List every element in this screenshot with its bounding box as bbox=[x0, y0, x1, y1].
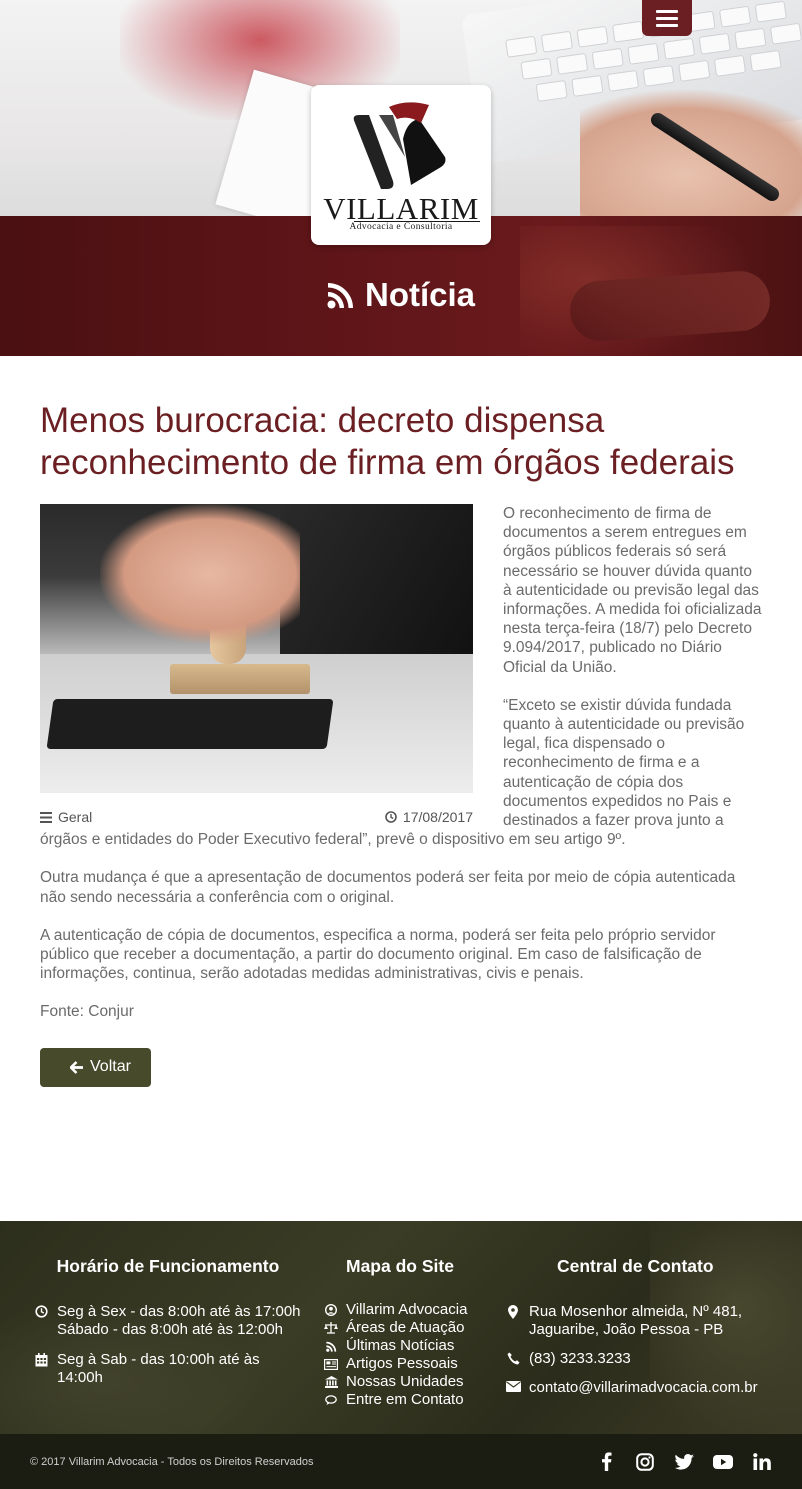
newspaper-icon bbox=[324, 1358, 338, 1370]
youtube-icon[interactable] bbox=[713, 1452, 733, 1472]
article: Menos burocracia: decreto dispensa recon… bbox=[40, 400, 762, 1087]
contact-address: Rua Mosenhor almeida, Nº 481, Jaguaribe,… bbox=[529, 1303, 743, 1338]
hours-alt: Seg à Sab - das 10:00h até às 14:00h bbox=[57, 1351, 260, 1386]
rss-icon bbox=[324, 1341, 338, 1352]
footer-contact-title: Central de Contato bbox=[557, 1256, 714, 1276]
map-marker-icon bbox=[505, 1303, 521, 1339]
sitemap-link-artigos[interactable]: Artigos Pessoais bbox=[324, 1355, 494, 1373]
instagram-icon[interactable] bbox=[635, 1452, 655, 1472]
site-footer: Horário de Funcionamento Seg à Sex - das… bbox=[0, 1221, 802, 1434]
article-figure: Geral 17/08/2017 bbox=[40, 504, 473, 825]
sitemap-link-villarim[interactable]: Villarim Advocacia bbox=[324, 1301, 494, 1319]
copyright-text: © 2017 Villarim Advocacia - Todos os Dir… bbox=[30, 1455, 314, 1468]
phone-icon bbox=[505, 1350, 521, 1368]
logo-name: Villarim bbox=[323, 191, 479, 226]
footer-sitemap: Mapa do Site Villarim Advocacia Áreas de… bbox=[324, 1256, 494, 1409]
page-title: Notícia bbox=[0, 276, 802, 314]
sitemap-link-unidades[interactable]: Nossas Unidades bbox=[324, 1373, 494, 1391]
footer-hours: Horário de Funcionamento Seg à Sex - das… bbox=[33, 1256, 303, 1398]
article-title: Menos burocracia: decreto dispensa recon… bbox=[40, 401, 735, 482]
footer-contact: Central de Contato Rua Mosenhor almeida,… bbox=[505, 1256, 780, 1408]
article-category[interactable]: Geral bbox=[40, 809, 92, 825]
arrow-left-icon bbox=[70, 1060, 83, 1074]
calendar-icon bbox=[33, 1351, 49, 1387]
article-paragraph: Outra mudança é que a apresentação de do… bbox=[40, 869, 736, 906]
hamburger-icon bbox=[656, 9, 678, 13]
article-paragraph: A autenticação de cópia de documentos, e… bbox=[40, 926, 716, 983]
sitemap-link-noticias[interactable]: Últimas Notícias bbox=[324, 1337, 494, 1355]
social-links bbox=[596, 1452, 772, 1472]
page-header: Villarim Advocacia e Consultoria Notícia bbox=[0, 0, 802, 356]
hours-saturday: Sábado - das 8:00h até às 12:00h bbox=[57, 1321, 284, 1338]
list-icon bbox=[40, 811, 52, 823]
user-circle-icon bbox=[324, 1304, 338, 1316]
footer-hours-title: Horário de Funcionamento bbox=[56, 1256, 280, 1276]
clock-icon bbox=[385, 811, 397, 823]
logo-mark-icon bbox=[353, 102, 446, 189]
envelope-icon bbox=[505, 1379, 521, 1397]
article-date: 17/08/2017 bbox=[385, 809, 473, 825]
copyright-bar: © 2017 Villarim Advocacia - Todos os Dir… bbox=[0, 1434, 802, 1489]
article-image bbox=[40, 504, 473, 793]
sitemap-link-areas[interactable]: Áreas de Atuação bbox=[324, 1319, 494, 1337]
footer-sitemap-title: Mapa do Site bbox=[346, 1256, 454, 1276]
institution-icon bbox=[324, 1376, 338, 1388]
linkedin-icon[interactable] bbox=[752, 1452, 772, 1472]
logo-subtitle: Advocacia e Consultoria bbox=[349, 222, 453, 232]
sitemap-link-contato[interactable]: Entre em Contato bbox=[324, 1391, 494, 1409]
article-meta: Geral 17/08/2017 bbox=[40, 809, 473, 825]
contact-phone[interactable]: (83) 3233.3233 bbox=[529, 1350, 631, 1368]
page-title-text: Notícia bbox=[364, 276, 476, 313]
twitter-icon[interactable] bbox=[674, 1452, 694, 1472]
facebook-icon[interactable] bbox=[596, 1452, 616, 1472]
contact-email[interactable]: contato@villarimadvocacia.com.br bbox=[529, 1379, 758, 1397]
menu-toggle-button[interactable] bbox=[642, 0, 692, 36]
site-logo[interactable]: Villarim Advocacia e Consultoria bbox=[311, 85, 491, 245]
back-button[interactable]: Voltar bbox=[40, 1047, 151, 1087]
rss-icon bbox=[327, 283, 353, 309]
comments-icon bbox=[324, 1394, 338, 1406]
article-source: Fonte: Conjur bbox=[40, 1003, 134, 1021]
balance-scale-icon bbox=[324, 1322, 338, 1334]
hours-weekday: Seg à Sex - das 8:00h até às 17:00h bbox=[57, 1303, 301, 1320]
clock-icon bbox=[33, 1303, 49, 1339]
